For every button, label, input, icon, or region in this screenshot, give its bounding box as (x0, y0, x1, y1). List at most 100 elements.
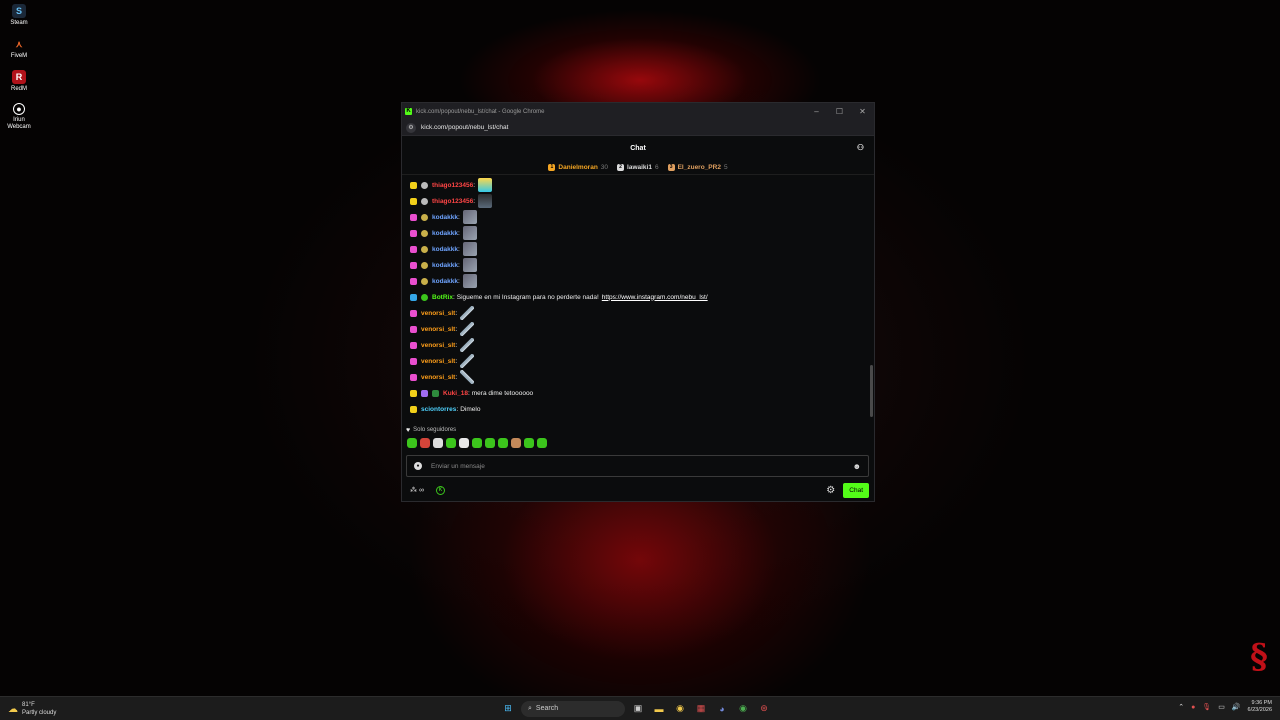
chat-username[interactable]: kodakkk (432, 278, 458, 285)
chat-message: thiago123456: (410, 177, 874, 193)
taskbar-clock[interactable]: 9:36 PM 6/23/2026 (1248, 700, 1272, 714)
chat-message: venorsi_slt: (410, 369, 874, 385)
settings-icon[interactable]: ⚙ (826, 485, 835, 496)
chat-username[interactable]: venorsi_slt (421, 310, 455, 317)
task-view-icon[interactable]: ▣ (630, 701, 646, 717)
chat-username[interactable]: thiago123456 (432, 198, 473, 205)
file-explorer-icon[interactable]: ▬ (651, 701, 667, 717)
quick-emote-icon[interactable] (446, 438, 456, 448)
close-icon[interactable]: ✕ (851, 107, 874, 116)
quick-emote-icon[interactable] (420, 438, 430, 448)
volume-icon[interactable]: 🔊 (1232, 703, 1241, 711)
chat-scrollbar[interactable] (870, 365, 873, 417)
chat-username[interactable]: thiago123456 (432, 182, 473, 189)
message-input[interactable] (431, 462, 853, 470)
chat-message: thiago123456: (410, 193, 874, 209)
message-text: mera dime tetoooooo (471, 389, 534, 397)
search-icon: ⌕ (528, 704, 532, 712)
chat-bubble-icon: ● (414, 462, 422, 470)
kick-badge-icon[interactable]: K (435, 485, 445, 495)
chat-username[interactable]: sciontorres (421, 406, 456, 413)
quick-emote-icon[interactable] (537, 438, 547, 448)
og-badge-icon (410, 357, 417, 365)
chat-username[interactable]: kodakkk (432, 246, 458, 253)
quick-emote-icon[interactable] (433, 438, 443, 448)
chat-username[interactable]: venorsi_slt (421, 326, 455, 333)
message-separator: : (473, 197, 475, 205)
chat-username[interactable]: kodakkk (432, 230, 458, 237)
message-separator: : (467, 389, 470, 397)
url-text: kick.com/popout/nebu_lst/chat (421, 124, 509, 131)
chat-username[interactable]: Kuki_18 (443, 390, 468, 397)
chrome-icon[interactable]: ◉ (672, 701, 688, 717)
quick-emote-icon[interactable] (472, 438, 482, 448)
og-badge-icon (410, 245, 417, 253)
address-bar[interactable]: ⚙ kick.com/popout/nebu_lst/chat (402, 120, 874, 136)
calendar-app-icon[interactable]: ▦ (693, 701, 709, 717)
shield-badge-icon (432, 389, 439, 397)
taskbar-search[interactable]: ⌕ Search (521, 700, 625, 717)
emote-icon (460, 370, 475, 384)
message-separator: : (458, 261, 460, 269)
desktop-icon-steam[interactable]: S Steam (4, 4, 34, 27)
chat-message: sciontorres: Dimelo (410, 401, 874, 417)
game-app-icon[interactable]: ⊛ (756, 701, 772, 717)
message-separator: : (456, 405, 459, 413)
gifter-count: 30 (600, 163, 609, 171)
quick-emote-icon[interactable] (524, 438, 534, 448)
show-hidden-icons-icon[interactable]: ⌃ (1178, 703, 1184, 711)
site-info-icon[interactable]: ⚙ (406, 122, 416, 133)
tray-app-icon[interactable]: ● (1191, 704, 1195, 711)
quick-emote-icon[interactable] (407, 438, 417, 448)
emote-icon (462, 226, 477, 240)
emoji-picker-icon[interactable]: ☻ (853, 462, 861, 471)
chat-message: kodakkk: (410, 225, 874, 241)
start-button[interactable]: ⊞ (500, 701, 516, 717)
title-bar[interactable]: K kick.com/popout/nebu_lst/chat - Google… (402, 103, 874, 120)
chat-message: kodakkk: (410, 209, 874, 225)
quick-emote-icon[interactable] (459, 438, 469, 448)
desktop-icon-redm[interactable]: R RedM (4, 70, 34, 93)
chat-username[interactable]: kodakkk (432, 214, 458, 221)
emote-icon (462, 274, 477, 288)
weather-text: 81°F Partly cloudy (22, 701, 56, 717)
channel-points[interactable]: ⁂ ∞ (410, 486, 424, 494)
weather-condition: Partly cloudy (22, 710, 57, 716)
chat-username[interactable]: venorsi_slt (421, 358, 455, 365)
gifter-item[interactable]: 1 Danielmoran 30 (548, 163, 609, 171)
desktop-icon-fivem[interactable]: ⋏ FiveM (4, 37, 34, 60)
maximize-icon[interactable]: ☐ (828, 107, 851, 116)
weather-widget[interactable]: ☁ 81°F Partly cloudy (8, 701, 56, 717)
discord-icon[interactable]: ◕ (714, 701, 730, 717)
network-icon[interactable]: ▭ (1218, 703, 1225, 711)
chat-message: kodakkk: (410, 257, 874, 273)
message-text: Dimelo (460, 405, 481, 413)
chat-username[interactable]: kodakkk (432, 262, 458, 269)
gifter-item[interactable]: 2 lawaiki1 6 (617, 163, 659, 171)
gift-badge-icon: 1 (548, 163, 556, 171)
quick-emote-icon[interactable] (498, 438, 508, 448)
quick-emote-icon[interactable] (485, 438, 495, 448)
clock-time: 9:36 PM (1251, 700, 1272, 706)
minimize-icon[interactable]: – (805, 107, 828, 116)
emote-icon (462, 258, 477, 272)
send-chat-button[interactable]: Chat (843, 482, 869, 498)
instagram-link[interactable]: https://www.instagram.com/nebu_lst/ (602, 294, 708, 301)
chat-messages[interactable]: thiago123456: thiago123456: kodakkk: kod… (402, 175, 874, 424)
users-icon[interactable]: ⚇ (857, 143, 864, 152)
emote-icon (462, 210, 477, 224)
chat-username[interactable]: venorsi_slt (421, 342, 455, 349)
microphone-icon[interactable]: 🎙 (1202, 703, 1211, 711)
chat-header: Chat ⚇ (402, 136, 874, 160)
quick-emote-icon[interactable] (511, 438, 521, 448)
chat-username[interactable]: BotRix (432, 294, 453, 301)
chat-message: Kuki_18: mera dime tetoooooo (410, 385, 874, 401)
chat-username[interactable]: venorsi_slt (421, 374, 455, 381)
gifter-name: El_zuero_PR2 (677, 163, 721, 171)
desktop-icon-iriun-webcam[interactable]: ● Iriun Webcam (4, 103, 34, 131)
chrome-active-icon[interactable]: ◉ (735, 701, 751, 717)
chat-title: Chat (630, 144, 646, 152)
desktop-icon-label: Iriun Webcam (7, 117, 31, 130)
message-input-box[interactable]: ● ☻ (406, 455, 869, 477)
gifter-item[interactable]: 3 El_zuero_PR2 5 (667, 163, 728, 171)
